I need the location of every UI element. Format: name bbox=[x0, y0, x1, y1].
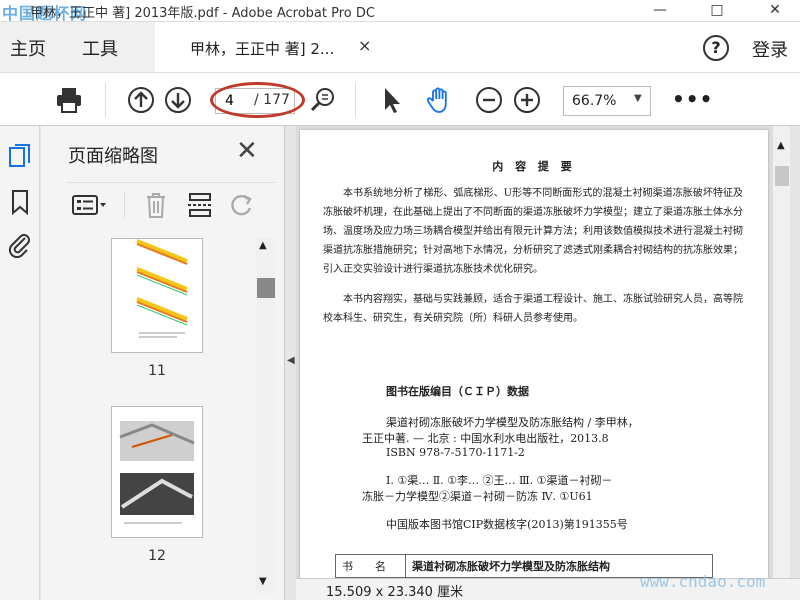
document-view[interactable]: 内 容 提 要 本书系统地分析了梯形、弧底梯形、U形等不同断面形式的混凝土衬砌渠… bbox=[296, 126, 790, 578]
toolbar-separator bbox=[105, 83, 106, 117]
pdf-page: 内 容 提 要 本书系统地分析了梯形、弧底梯形、U形等不同断面形式的混凝土衬砌渠… bbox=[300, 130, 768, 578]
cip-line: 中国版本图书馆CIP数据核字(2013)第191355号 bbox=[386, 518, 628, 531]
attachments-icon[interactable] bbox=[7, 230, 33, 258]
previous-page-icon[interactable] bbox=[126, 85, 156, 115]
zoom-level-select[interactable]: 66.7% ▼ bbox=[563, 86, 651, 116]
navigation-rail bbox=[0, 126, 40, 600]
page-thumbnails-icon[interactable] bbox=[7, 142, 33, 170]
summary-paragraph-2: 本书内容翔实，基础与实践兼顾，适合于渠道工程设计、施工、冻胀试验研究人员，高等院… bbox=[323, 294, 743, 324]
thumbnails-panel: 页面缩略图 ✕ 11 12 ▲ ▼ bbox=[41, 126, 285, 600]
menu-bar: 主页 工具 甲林，王正中 著] 2... × ? 登录 bbox=[0, 22, 800, 72]
extract-pages-icon[interactable] bbox=[186, 191, 214, 219]
print-icon[interactable] bbox=[54, 85, 84, 115]
panel-title: 页面缩略图 bbox=[68, 146, 158, 167]
collapse-panel-icon[interactable]: ◀ bbox=[287, 355, 295, 366]
document-tab[interactable]: 甲林，王正中 著] 2... × bbox=[155, 22, 380, 72]
menu-tools[interactable]: 工具 bbox=[82, 35, 118, 61]
minimize-button[interactable]: — bbox=[640, 0, 680, 22]
highlight-annotation-oval bbox=[210, 82, 305, 118]
panel-toolbar bbox=[66, 182, 276, 222]
summary-paragraph: 本书系统地分析了梯形、弧底梯形、U形等不同断面形式的混凝土衬砌渠道冻胀破坏特征及… bbox=[323, 188, 743, 275]
document-scrollbar[interactable]: ▲ bbox=[772, 126, 790, 578]
cip-line: 冻胀－力学模型②渠道－衬砌－防冻 Ⅳ. ①U61 bbox=[362, 490, 593, 503]
trash-icon[interactable] bbox=[144, 191, 168, 219]
select-cursor-icon[interactable] bbox=[377, 85, 407, 115]
cip-line: ISBN 978-7-5170-1171-2 bbox=[386, 446, 525, 459]
thumbnail-options-icon[interactable] bbox=[72, 195, 108, 215]
toolbar-separator bbox=[355, 83, 356, 117]
close-window-button[interactable]: ✕ bbox=[755, 0, 795, 22]
help-icon[interactable]: ? bbox=[703, 35, 729, 61]
table-cell-key: 书 名 bbox=[335, 554, 406, 578]
scroll-down-icon[interactable]: ▼ bbox=[259, 576, 267, 587]
scroll-up-icon[interactable]: ▲ bbox=[259, 240, 267, 251]
bookmarks-icon[interactable] bbox=[7, 188, 33, 216]
cip-title: 图书在版编目（ＣＩＰ）数据 bbox=[386, 385, 529, 398]
chevron-down-icon: ▼ bbox=[634, 93, 642, 104]
window-title: 甲林，王正中 著] 2013年版.pdf - Adobe Acrobat Pro… bbox=[30, 6, 375, 21]
cip-line: 王正中著. — 北京 : 中国水利水电出版社，2013.8 bbox=[362, 432, 609, 445]
thumbnail-list: 11 12 bbox=[51, 238, 271, 593]
panel-close-icon[interactable]: ✕ bbox=[236, 136, 258, 166]
panel-scroll-thumb[interactable] bbox=[257, 278, 275, 298]
cip-line: Ⅰ. ①渠… Ⅱ. ①李… ②王… Ⅲ. ①渠道－衬砌－ bbox=[386, 474, 613, 487]
scroll-up-icon[interactable]: ▲ bbox=[777, 140, 785, 151]
thumbnail-label: 11 bbox=[148, 363, 166, 379]
thumbnail-page-11[interactable] bbox=[111, 238, 203, 353]
home-area: 主页 工具 bbox=[0, 22, 155, 72]
page-dimensions: 15.509 x 23.340 厘米 bbox=[326, 585, 464, 600]
zoom-out-icon[interactable] bbox=[474, 85, 504, 115]
title-bar: 中国题杯网 甲林，王正中 著] 2013年版.pdf - Adobe Acrob… bbox=[0, 0, 800, 23]
hand-tool-icon[interactable] bbox=[424, 85, 454, 115]
zoom-in-icon[interactable] bbox=[512, 85, 542, 115]
thumbnail-page-12[interactable] bbox=[111, 406, 203, 538]
maximize-button[interactable]: □ bbox=[697, 0, 737, 22]
document-tab-title: 甲林，王正中 著] 2... bbox=[190, 40, 335, 58]
cip-line: 渠道衬砌冻胀破坏力学模型及防冻胀结构 / 李甲林， bbox=[386, 416, 639, 429]
document-scroll-thumb[interactable] bbox=[775, 166, 789, 186]
next-page-icon[interactable] bbox=[163, 85, 193, 115]
panel-scrollbar[interactable]: ▲ ▼ bbox=[256, 238, 276, 593]
login-button[interactable]: 登录 bbox=[752, 36, 788, 62]
thumbnail-label: 12 bbox=[148, 548, 166, 564]
zoom-marquee-icon[interactable] bbox=[308, 85, 338, 115]
menu-home[interactable]: 主页 bbox=[10, 35, 46, 61]
more-tools-icon[interactable]: ••• bbox=[672, 87, 713, 111]
page-heading: 内 容 提 要 bbox=[492, 160, 576, 173]
tab-close-icon[interactable]: × bbox=[358, 36, 371, 55]
panel-separator bbox=[124, 191, 125, 219]
toolbar: / 177 66.7% ▼ ••• bbox=[0, 72, 800, 126]
site-watermark: www.cndao.com bbox=[640, 572, 766, 591]
zoom-level-value: 66.7% bbox=[572, 93, 617, 109]
rotate-icon[interactable] bbox=[228, 191, 256, 219]
